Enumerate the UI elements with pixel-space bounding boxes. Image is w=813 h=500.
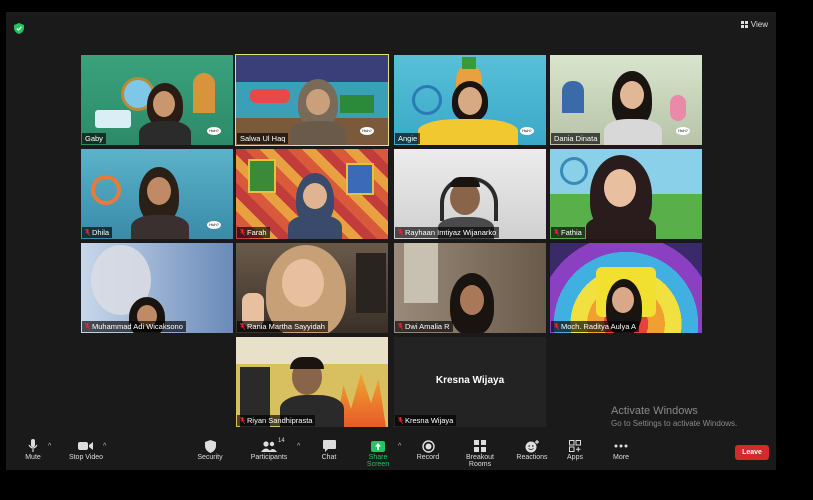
video-tile[interactable]: Dwi Amalia R [394, 243, 546, 333]
participants-options-caret-icon[interactable]: ^ [297, 443, 300, 450]
meeting-toolbar: Mute ^ Stop Video ^ Security Participant… [6, 435, 776, 470]
mic-muted-icon [240, 417, 245, 424]
apps-button[interactable]: Apps [564, 438, 586, 461]
leave-button[interactable]: Leave [735, 445, 769, 460]
participants-button[interactable]: Participants [246, 438, 292, 461]
share-screen-icon [358, 438, 398, 454]
more-label: More [613, 454, 629, 461]
participant-name: Angie [395, 133, 421, 144]
video-camera-icon [64, 438, 108, 454]
participant-name: Gaby [82, 133, 106, 144]
stop-video-label: Stop Video [68, 454, 104, 461]
apps-label: Apps [567, 454, 583, 461]
participant-name: Kresna Wijaya [395, 415, 457, 426]
participant-name: Salwa Ul Haq [237, 133, 289, 144]
breakout-rooms-button[interactable]: Breakout Rooms [454, 438, 506, 468]
reactions-button[interactable]: Reactions [516, 438, 548, 461]
video-tile[interactable]: Riyan Sandhiprasta [236, 337, 388, 427]
mute-button[interactable]: Mute [22, 438, 44, 461]
activate-windows-watermark: Activate Windows Go to Settings to activ… [611, 405, 737, 428]
shield-icon [194, 438, 226, 454]
reactions-label: Reactions [516, 454, 548, 461]
view-label: View [750, 20, 768, 29]
chat-button[interactable]: Chat [318, 438, 340, 461]
mic-muted-icon [554, 229, 559, 236]
video-tile[interactable]: Rayhaan Imtiyaz Wijanarko [394, 149, 546, 239]
video-tile[interactable]: Huh? Angie [394, 55, 546, 145]
video-tile[interactable]: Huh? Dania Dinata [550, 55, 702, 145]
more-dots-icon [610, 438, 632, 454]
watermark-subtitle: Go to Settings to activate Windows. [611, 419, 738, 428]
video-tile[interactable]: Rania Martha Sayyidah [236, 243, 388, 333]
security-button[interactable]: Security [194, 438, 226, 461]
video-tile[interactable]: Fathia [550, 149, 702, 239]
chat-bubble-icon [318, 438, 340, 454]
security-label: Security [197, 454, 223, 461]
more-button[interactable]: More [610, 438, 632, 461]
shield-check-icon[interactable] [14, 21, 24, 34]
mute-label: Mute [25, 454, 41, 461]
chat-label: Chat [321, 454, 337, 461]
video-tile[interactable]: Huh? Gaby [81, 55, 233, 145]
video-tile[interactable]: Farah [236, 149, 388, 239]
mic-muted-icon [398, 323, 403, 330]
record-button[interactable]: Record [416, 438, 440, 461]
participant-name: Dwi Amalia R [395, 321, 453, 332]
stop-video-button[interactable]: Stop Video [64, 438, 108, 461]
mic-muted-icon [240, 229, 245, 236]
share-screen-label: Share Screen [366, 454, 390, 468]
participants-count: 14 [278, 438, 285, 444]
speech-bubble: Huh? [520, 127, 534, 135]
breakout-rooms-icon [454, 438, 506, 454]
view-button[interactable]: View [740, 20, 768, 29]
record-icon [416, 438, 440, 454]
participant-name: Rayhaan Imtiyaz Wijanarko [395, 227, 500, 238]
video-tile[interactable]: Muhammad Adi Wicaksono [81, 243, 233, 333]
participants-label: Participants [250, 454, 288, 461]
participant-name: Fathia [551, 227, 585, 238]
video-options-caret-icon[interactable]: ^ [103, 443, 106, 450]
participant-name: Dhila [82, 227, 113, 238]
mic-muted-icon [85, 229, 90, 236]
speech-bubble: Huh? [360, 127, 374, 135]
video-tile-no-video[interactable]: Kresna Wijaya Kresna Wijaya [394, 337, 546, 427]
video-tile[interactable]: Huh? Dhila [81, 149, 233, 239]
grid-view-icon [740, 21, 748, 28]
participant-name: Moch. Raditya Aulya A [551, 321, 640, 332]
participants-icon [246, 438, 292, 454]
video-tile[interactable]: Moch. Raditya Aulya A [550, 243, 702, 333]
mic-muted-icon [554, 323, 559, 330]
participant-name: Dania Dinata [551, 133, 601, 144]
microphone-icon [22, 438, 44, 454]
breakout-rooms-label: Breakout Rooms [465, 454, 495, 468]
speech-bubble: Huh? [207, 221, 221, 229]
mic-muted-icon [240, 323, 245, 330]
video-tile-active-speaker[interactable]: Huh? Salwa Ul Haq [235, 54, 389, 146]
emoji-plus-icon [516, 438, 548, 454]
share-screen-button[interactable]: Share Screen [358, 438, 398, 468]
share-options-caret-icon[interactable]: ^ [398, 443, 401, 450]
watermark-title: Activate Windows [611, 405, 698, 417]
speech-bubble: Huh? [207, 127, 221, 135]
participant-name: Riyan Sandhiprasta [237, 415, 316, 426]
participant-name: Muhammad Adi Wicaksono [82, 321, 186, 332]
mic-muted-icon [398, 229, 403, 236]
mic-muted-icon [85, 323, 90, 330]
record-label: Record [416, 454, 440, 461]
participant-name: Farah [237, 227, 270, 238]
audio-options-caret-icon[interactable]: ^ [48, 443, 51, 450]
participant-name: Rania Martha Sayyidah [237, 321, 328, 332]
apps-icon [564, 438, 586, 454]
participant-display-name: Kresna Wijaya [435, 375, 505, 386]
speech-bubble: Huh? [676, 127, 690, 135]
mic-muted-icon [398, 417, 403, 424]
